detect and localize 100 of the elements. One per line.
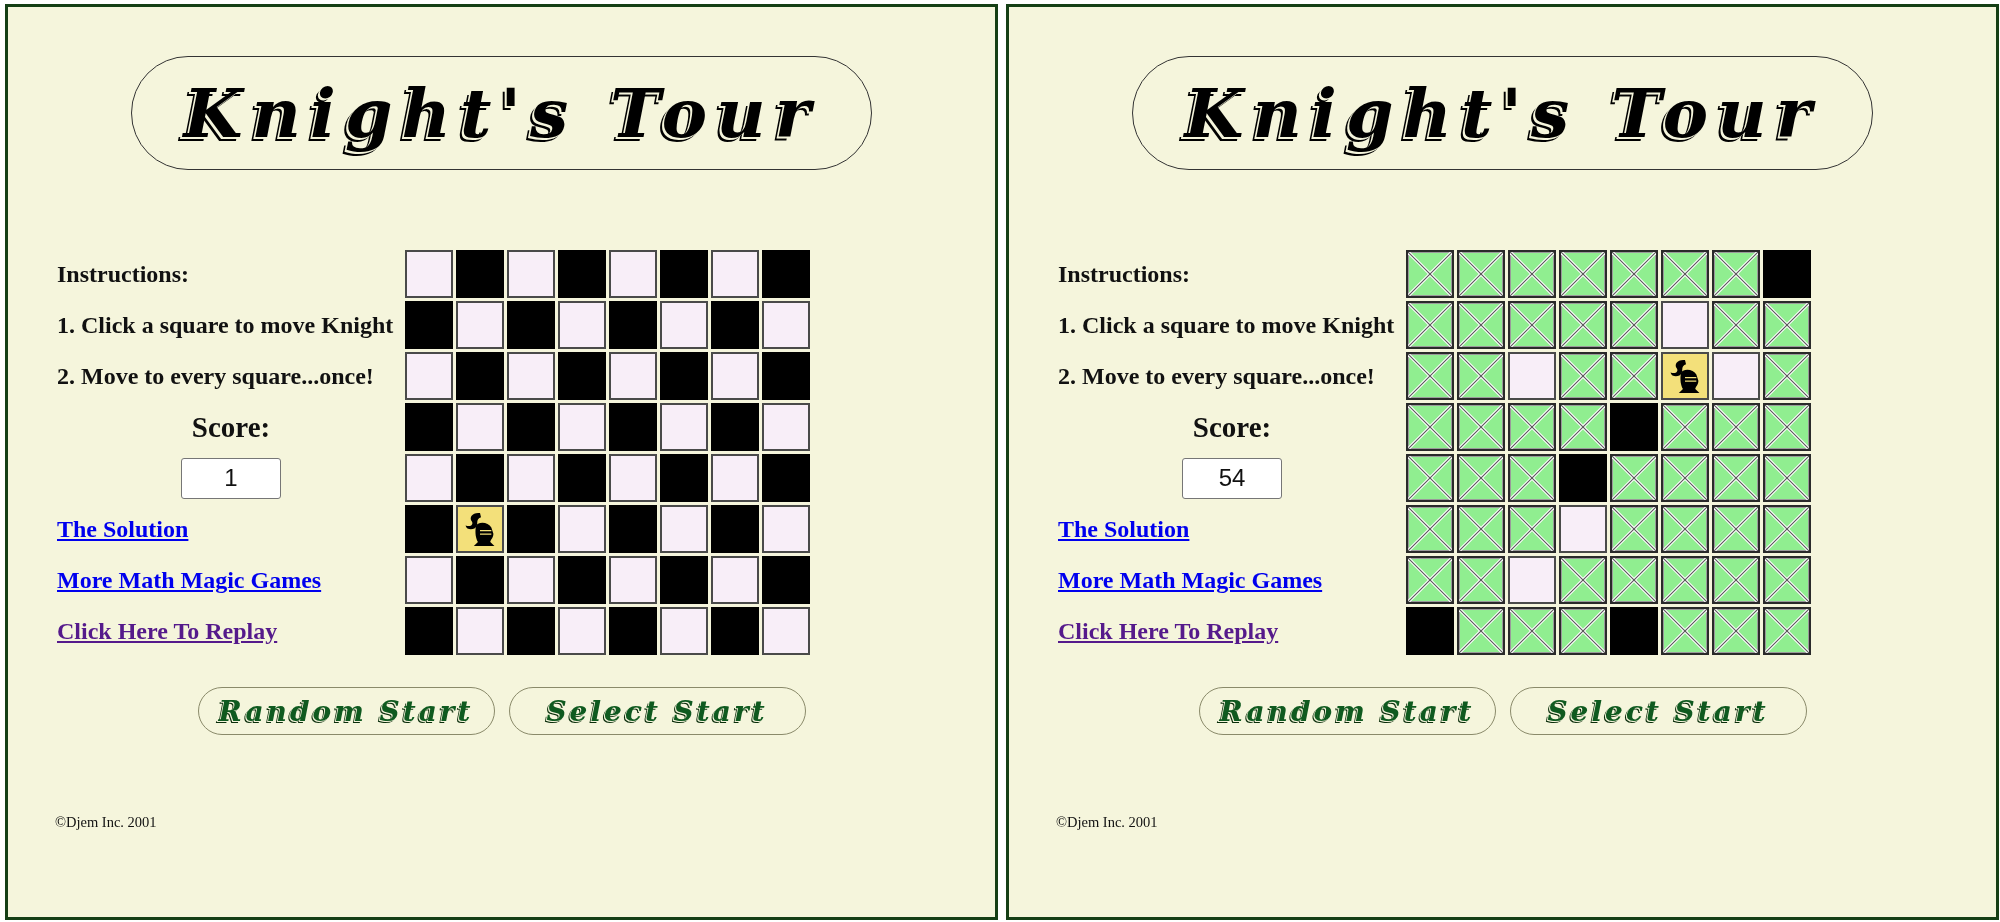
board-square[interactable] [1712, 556, 1760, 604]
board-square[interactable] [456, 607, 504, 655]
board-square[interactable] [1406, 505, 1454, 553]
board-square[interactable] [1610, 301, 1658, 349]
board-square[interactable] [1457, 607, 1505, 655]
board-square[interactable] [660, 403, 708, 451]
board-square[interactable] [405, 556, 453, 604]
select-start-button[interactable]: Select Start [1509, 687, 1807, 735]
board-square[interactable] [1508, 250, 1556, 298]
board-square[interactable] [1406, 250, 1454, 298]
random-start-button[interactable]: Random Start [197, 687, 495, 735]
board-square[interactable] [456, 505, 504, 553]
more-games-link[interactable]: More Math Magic Games [1058, 566, 1323, 594]
select-start-button[interactable]: Select Start [508, 687, 806, 735]
board-square[interactable] [1559, 352, 1607, 400]
board-square[interactable] [558, 403, 606, 451]
board-square[interactable] [456, 301, 504, 349]
board-square[interactable] [1406, 301, 1454, 349]
board-square[interactable] [1712, 352, 1760, 400]
board-square[interactable] [711, 250, 759, 298]
board-square[interactable] [558, 301, 606, 349]
board-square[interactable] [1457, 505, 1505, 553]
board-square[interactable] [1457, 352, 1505, 400]
board-square[interactable] [507, 556, 555, 604]
board-square[interactable] [1610, 250, 1658, 298]
score-field[interactable]: 1 [181, 457, 281, 499]
board-square[interactable] [1661, 454, 1709, 502]
board-square[interactable] [1559, 505, 1607, 553]
board-square[interactable] [1712, 250, 1760, 298]
board-square[interactable] [1559, 607, 1607, 655]
more-games-link[interactable]: More Math Magic Games [57, 566, 322, 594]
board-square[interactable] [762, 607, 810, 655]
board-square[interactable] [507, 250, 555, 298]
board-square[interactable] [609, 250, 657, 298]
board-square[interactable] [1508, 556, 1556, 604]
board-square[interactable] [1661, 505, 1709, 553]
board-square[interactable] [762, 505, 810, 553]
board-square[interactable] [609, 352, 657, 400]
score-field[interactable]: 54 [1182, 457, 1282, 499]
board-square[interactable] [1508, 505, 1556, 553]
board-square[interactable] [1559, 403, 1607, 451]
board-square[interactable] [1559, 556, 1607, 604]
board-square[interactable] [1763, 607, 1811, 655]
random-start-button[interactable]: Random Start [1198, 687, 1496, 735]
board-square[interactable] [456, 403, 504, 451]
board-square[interactable] [1406, 403, 1454, 451]
replay-link[interactable]: Click Here To Replay [57, 617, 278, 645]
board-square[interactable] [1661, 250, 1709, 298]
board-square[interactable] [1508, 301, 1556, 349]
board-square[interactable] [609, 556, 657, 604]
board-square[interactable] [1763, 403, 1811, 451]
board-square[interactable] [1559, 250, 1607, 298]
board-square[interactable] [1610, 454, 1658, 502]
board-square[interactable] [711, 352, 759, 400]
replay-link[interactable]: Click Here To Replay [1058, 617, 1279, 645]
board-square[interactable] [558, 505, 606, 553]
board-square[interactable] [1661, 607, 1709, 655]
board-square[interactable] [405, 454, 453, 502]
board-square[interactable] [1712, 505, 1760, 553]
board-square[interactable] [1661, 556, 1709, 604]
board-square[interactable] [1508, 607, 1556, 655]
board-square[interactable] [507, 454, 555, 502]
board-square[interactable] [1457, 403, 1505, 451]
board-square[interactable] [1712, 607, 1760, 655]
board-square[interactable] [1763, 352, 1811, 400]
board-square[interactable] [1457, 250, 1505, 298]
board-square[interactable] [1508, 403, 1556, 451]
board-square[interactable] [762, 301, 810, 349]
board-square[interactable] [609, 454, 657, 502]
board-square[interactable] [1457, 556, 1505, 604]
board-square[interactable] [1508, 352, 1556, 400]
board-square[interactable] [1712, 454, 1760, 502]
board-square[interactable] [660, 301, 708, 349]
board-square[interactable] [660, 607, 708, 655]
board-square[interactable] [1406, 352, 1454, 400]
board-square[interactable] [1610, 505, 1658, 553]
board-square[interactable] [1457, 301, 1505, 349]
board-square[interactable] [1763, 454, 1811, 502]
board-square[interactable] [405, 250, 453, 298]
board-square[interactable] [1712, 301, 1760, 349]
solution-link[interactable]: The Solution [1058, 515, 1190, 543]
board-square[interactable] [1559, 301, 1607, 349]
board-square[interactable] [1406, 556, 1454, 604]
board-square[interactable] [1406, 454, 1454, 502]
board-square[interactable] [762, 403, 810, 451]
solution-link[interactable]: The Solution [57, 515, 189, 543]
board-square[interactable] [1712, 403, 1760, 451]
board-square[interactable] [405, 352, 453, 400]
board-square[interactable] [1661, 301, 1709, 349]
board-square[interactable] [1661, 352, 1709, 400]
board-square[interactable] [1457, 454, 1505, 502]
board-square[interactable] [660, 505, 708, 553]
board-square[interactable] [1661, 403, 1709, 451]
board-square[interactable] [1508, 454, 1556, 502]
board-square[interactable] [711, 454, 759, 502]
board-square[interactable] [1610, 556, 1658, 604]
board-square[interactable] [1763, 556, 1811, 604]
board-square[interactable] [711, 556, 759, 604]
board-square[interactable] [1763, 301, 1811, 349]
board-square[interactable] [1610, 352, 1658, 400]
